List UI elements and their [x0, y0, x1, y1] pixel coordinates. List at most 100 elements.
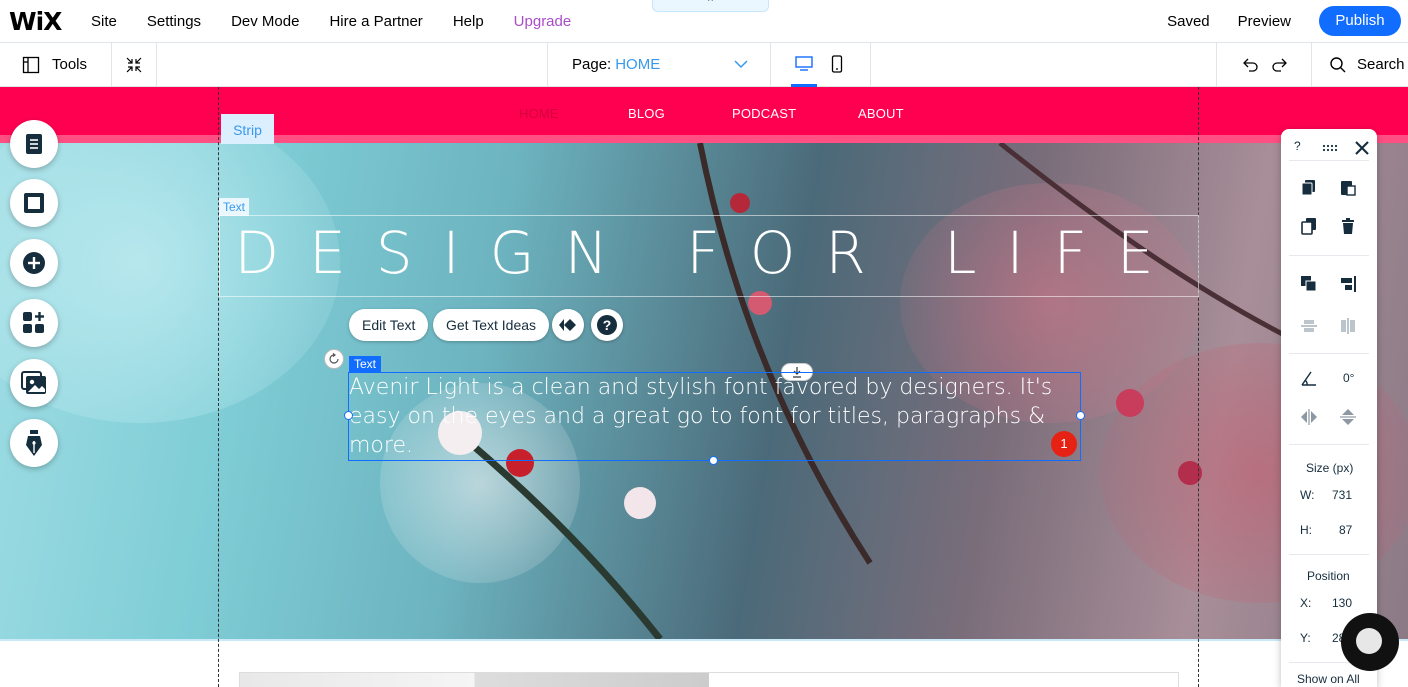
media-button[interactable] [10, 359, 58, 407]
background-button[interactable] [10, 179, 58, 227]
get-text-ideas-button[interactable]: Get Text Ideas [433, 309, 550, 341]
paste-icon[interactable] [1339, 178, 1357, 196]
header-strip[interactable] [0, 87, 1408, 135]
shrink-icon [126, 57, 142, 72]
plus-circle-icon [23, 252, 45, 274]
page-label: Page: [572, 56, 612, 73]
editor-canvas: HOME BLOG PODCAST ABOUT Strip Text DESIG… [0, 87, 1408, 687]
collapse-toolbar-tab[interactable]: ⌃ [652, 0, 769, 12]
mobile-icon[interactable] [831, 55, 843, 73]
chat-bubble-button[interactable] [1341, 613, 1399, 671]
pages-icon [26, 134, 42, 154]
tools-label: Tools [52, 56, 88, 73]
blog-button[interactable] [10, 419, 58, 467]
flip-vertical-icon[interactable] [1339, 408, 1357, 426]
panel-help[interactable]: ? [1294, 139, 1301, 153]
match-size-icon [1341, 318, 1355, 334]
height-value[interactable]: 87 [1339, 523, 1352, 537]
rotate-icon [329, 353, 339, 364]
menu-dev-mode[interactable]: Dev Mode [216, 13, 314, 30]
top-menu: Site Settings Dev Mode Hire a Partner He… [76, 0, 586, 42]
arrange-icon[interactable] [1300, 275, 1318, 293]
resize-handle-bottom[interactable] [709, 456, 718, 465]
align-icon[interactable] [1339, 275, 1357, 293]
menu-site[interactable]: Site [76, 13, 132, 30]
chevron-down-icon [734, 60, 748, 69]
rotation-angle-icon [1301, 371, 1316, 386]
rotate-handle[interactable] [324, 349, 344, 369]
add-element-button[interactable] [10, 239, 58, 287]
saved-status: Saved [1167, 12, 1210, 30]
page-value: HOME [615, 56, 661, 73]
flip-horizontal-icon[interactable] [1300, 408, 1318, 426]
top-right-actions: Saved Preview Publish [1167, 0, 1408, 42]
wix-logo[interactable]: WiX [9, 7, 62, 36]
menu-help[interactable]: Help [438, 13, 499, 30]
title-text-tag: Text [219, 198, 250, 216]
background-icon [24, 193, 44, 213]
layout-tools-panel: ? 0° Size (px) W: 731 H: 87 Position X: … [1281, 129, 1377, 687]
device-switcher [771, 43, 871, 86]
drag-handle-icon[interactable] [1321, 139, 1339, 157]
help-icon: ? [597, 315, 617, 335]
media-icon [21, 371, 46, 394]
edit-text-button[interactable]: Edit Text [349, 309, 429, 341]
right-grid-guide [1198, 87, 1199, 687]
preview-button[interactable]: Preview [1238, 13, 1291, 30]
svg-text:?: ? [603, 317, 612, 333]
delete-icon[interactable] [1339, 217, 1357, 235]
undo-icon[interactable] [1241, 56, 1259, 74]
search-icon [1330, 56, 1346, 72]
x-value[interactable]: 130 [1332, 596, 1352, 610]
rotation-value[interactable]: 0° [1343, 371, 1354, 385]
animation-button[interactable] [552, 309, 584, 341]
zoom-out-button[interactable] [112, 43, 157, 86]
tools-button[interactable]: Tools [0, 43, 112, 86]
editor-toolbar: Tools Page: HOME Search [0, 43, 1408, 87]
size-label: Size (px) [1306, 461, 1354, 475]
width-value[interactable]: 731 [1332, 488, 1352, 502]
publish-button[interactable]: Publish [1319, 6, 1401, 36]
copy-icon[interactable] [1300, 178, 1318, 196]
undo-redo-group [1216, 43, 1312, 86]
left-grid-guide [218, 87, 219, 687]
duplicate-icon[interactable] [1300, 217, 1318, 235]
site-nav-blog[interactable]: BLOG [628, 106, 665, 121]
redo-icon[interactable] [1271, 56, 1289, 74]
paragraph-text[interactable]: Avenir Light is a clean and stylish font… [349, 373, 1069, 460]
menu-upgrade[interactable]: Upgrade [499, 13, 587, 30]
menu-hire-a-partner[interactable]: Hire a Partner [314, 13, 437, 30]
search-label: Search [1357, 56, 1405, 73]
apps-icon [23, 312, 44, 333]
resize-handle-left[interactable] [344, 411, 353, 420]
site-nav-about[interactable]: ABOUT [858, 106, 904, 121]
tools-icon [22, 56, 40, 73]
height-label: H: [1300, 523, 1312, 537]
site-nav-home[interactable]: HOME [519, 106, 559, 121]
pages-menu-button[interactable] [10, 120, 58, 168]
selected-text-tag: Text [349, 356, 382, 372]
resize-handle-right[interactable] [1076, 411, 1085, 420]
next-section-image[interactable] [239, 672, 1179, 687]
chevron-up-icon: ⌃ [705, 0, 716, 9]
animation-icon [559, 319, 576, 331]
pen-nib-icon [26, 430, 42, 456]
add-apps-button[interactable] [10, 299, 58, 347]
error-badge[interactable]: 1 [1051, 431, 1077, 457]
strip-tag[interactable]: Strip [221, 114, 274, 144]
page-selector[interactable]: Page: HOME [547, 43, 771, 86]
desktop-icon[interactable] [795, 56, 813, 72]
x-label: X: [1300, 596, 1312, 610]
search-button[interactable]: Search [1312, 43, 1408, 86]
distribute-icon [1301, 320, 1317, 332]
position-label: Position [1307, 569, 1350, 583]
top-bar: WiX Site Settings Dev Mode Hire a Partne… [0, 0, 1408, 43]
chat-icon [1356, 628, 1382, 654]
menu-settings[interactable]: Settings [132, 13, 216, 30]
hero-title[interactable]: DESIGN FOR LIFE [219, 219, 1199, 287]
close-icon[interactable] [1353, 139, 1371, 157]
y-label: Y: [1300, 631, 1311, 645]
site-nav-podcast[interactable]: PODCAST [732, 106, 796, 121]
show-on-all-pages[interactable]: Show on All [1297, 672, 1360, 686]
help-button[interactable]: ? [591, 309, 623, 341]
